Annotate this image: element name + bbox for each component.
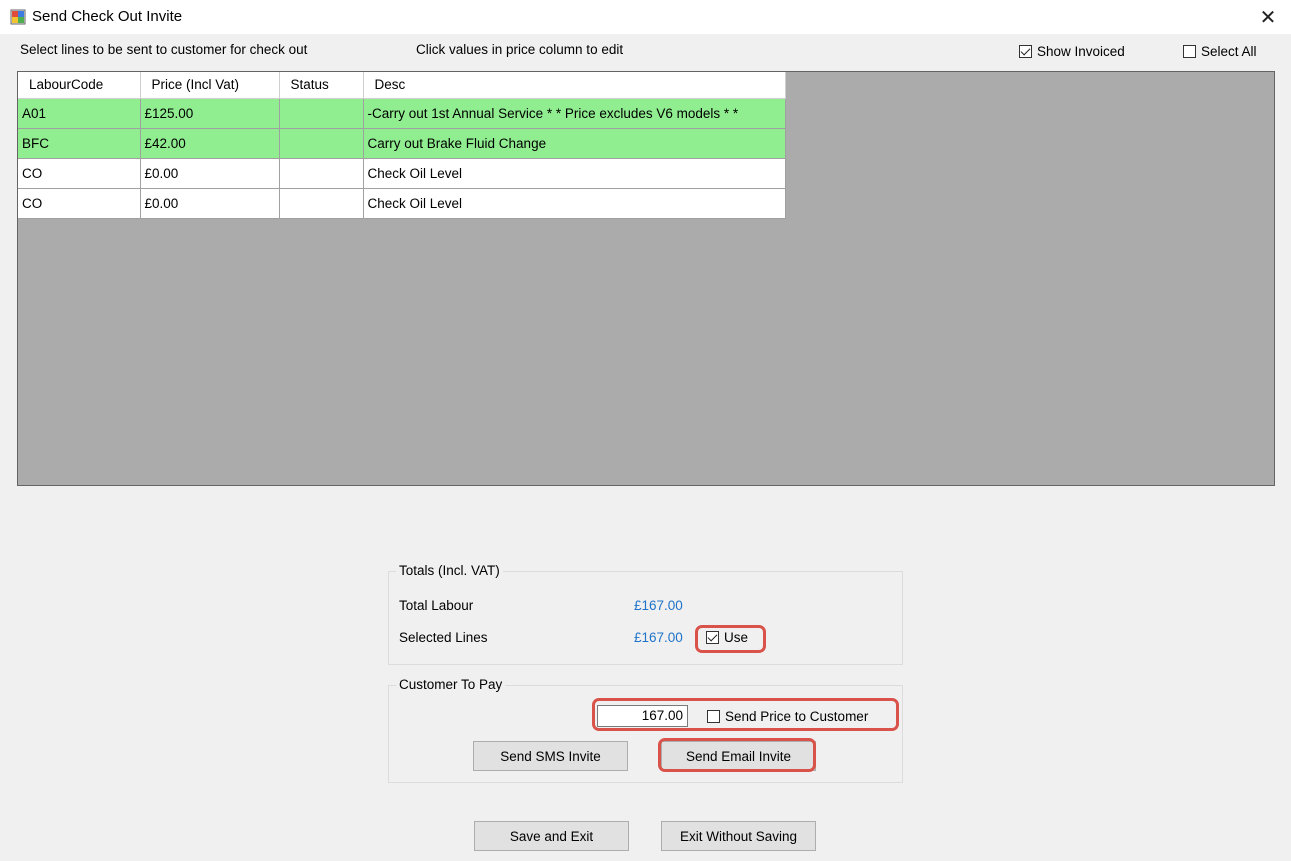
desc-cell[interactable]: -Carry out 1st Annual Service * * Price … <box>363 98 786 129</box>
show-invoiced-label: Show Invoiced <box>1037 44 1125 59</box>
send-price-checkbox[interactable]: Send Price to Customer <box>707 709 868 724</box>
status-cell[interactable] <box>279 188 364 219</box>
price-edit-hint: Click values in price column to edit <box>416 42 624 57</box>
send-price-checkbox-box[interactable] <box>707 710 720 723</box>
price-cell[interactable]: £125.00 <box>140 98 280 129</box>
title-bar: Send Check Out Invite ✕ <box>0 0 1291 34</box>
window-title: Send Check Out Invite <box>32 8 183 25</box>
send-price-label: Send Price to Customer <box>725 709 869 724</box>
table-row[interactable]: CO £0.00 Check Oil Level <box>18 188 786 219</box>
use-selected-checkbox[interactable]: Use <box>706 630 748 645</box>
price-cell[interactable]: £0.00 <box>140 158 280 189</box>
desc-cell[interactable]: Check Oil Level <box>363 188 786 219</box>
exit-without-saving-button[interactable]: Exit Without Saving <box>661 821 816 851</box>
column-header-labourcode[interactable]: LabourCode <box>18 72 141 99</box>
use-checkbox-box[interactable] <box>706 631 719 644</box>
customer-to-pay-group: Customer To Pay <box>388 677 903 783</box>
labourcode-cell[interactable]: CO <box>18 158 141 189</box>
customer-group-title: Customer To Pay <box>396 677 506 692</box>
labour-lines-grid[interactable]: LabourCode Price (Incl Vat) Status Desc … <box>17 71 1275 486</box>
labourcode-cell[interactable]: CO <box>18 188 141 219</box>
price-cell[interactable]: £42.00 <box>140 128 280 159</box>
use-label: Use <box>724 630 749 645</box>
select-all-checkbox-box[interactable] <box>1183 45 1196 58</box>
send-sms-invite-button[interactable]: Send SMS Invite <box>473 741 628 771</box>
show-invoiced-checkbox-box[interactable] <box>1019 45 1032 58</box>
customer-amount-input[interactable]: 167.00 <box>597 705 688 727</box>
status-cell[interactable] <box>279 98 364 129</box>
price-cell[interactable]: £0.00 <box>140 188 280 219</box>
table-row[interactable]: CO £0.00 Check Oil Level <box>18 158 786 189</box>
send-email-invite-button[interactable]: Send Email Invite <box>661 741 816 771</box>
totals-group-title: Totals (Incl. VAT) <box>396 563 503 578</box>
show-invoiced-checkbox[interactable]: Show Invoiced <box>1019 44 1125 59</box>
column-header-desc[interactable]: Desc <box>363 72 786 99</box>
instruction-label: Select lines to be sent to customer for … <box>20 42 308 57</box>
selected-lines-value: £167.00 <box>634 630 683 645</box>
column-header-price[interactable]: Price (Incl Vat) <box>140 72 280 99</box>
total-labour-value: £167.00 <box>634 598 683 613</box>
table-row[interactable]: BFC £42.00 Carry out Brake Fluid Change <box>18 128 786 159</box>
select-all-label: Select All <box>1201 44 1257 59</box>
status-cell[interactable] <box>279 158 364 189</box>
close-icon[interactable]: ✕ <box>1245 0 1291 34</box>
table-row[interactable]: A01 £125.00 -Carry out 1st Annual Service … <box>18 98 786 129</box>
totals-group: Totals (Incl. VAT) Total Labour £167.00 … <box>388 563 903 665</box>
column-header-status[interactable]: Status <box>279 72 364 99</box>
desc-cell[interactable]: Carry out Brake Fluid Change <box>363 128 786 159</box>
save-and-exit-button[interactable]: Save and Exit <box>474 821 629 851</box>
status-cell[interactable] <box>279 128 364 159</box>
labourcode-cell[interactable]: BFC <box>18 128 141 159</box>
select-all-checkbox[interactable]: Select All <box>1183 44 1257 59</box>
selected-lines-label: Selected Lines <box>399 630 488 645</box>
total-labour-label: Total Labour <box>399 598 474 613</box>
labourcode-cell[interactable]: A01 <box>18 98 141 129</box>
labour-lines-table: LabourCode Price (Incl Vat) Status Desc … <box>18 72 786 219</box>
grid-header-row: LabourCode Price (Incl Vat) Status Desc <box>18 72 786 99</box>
app-window-icon <box>10 9 26 25</box>
desc-cell[interactable]: Check Oil Level <box>363 158 786 189</box>
